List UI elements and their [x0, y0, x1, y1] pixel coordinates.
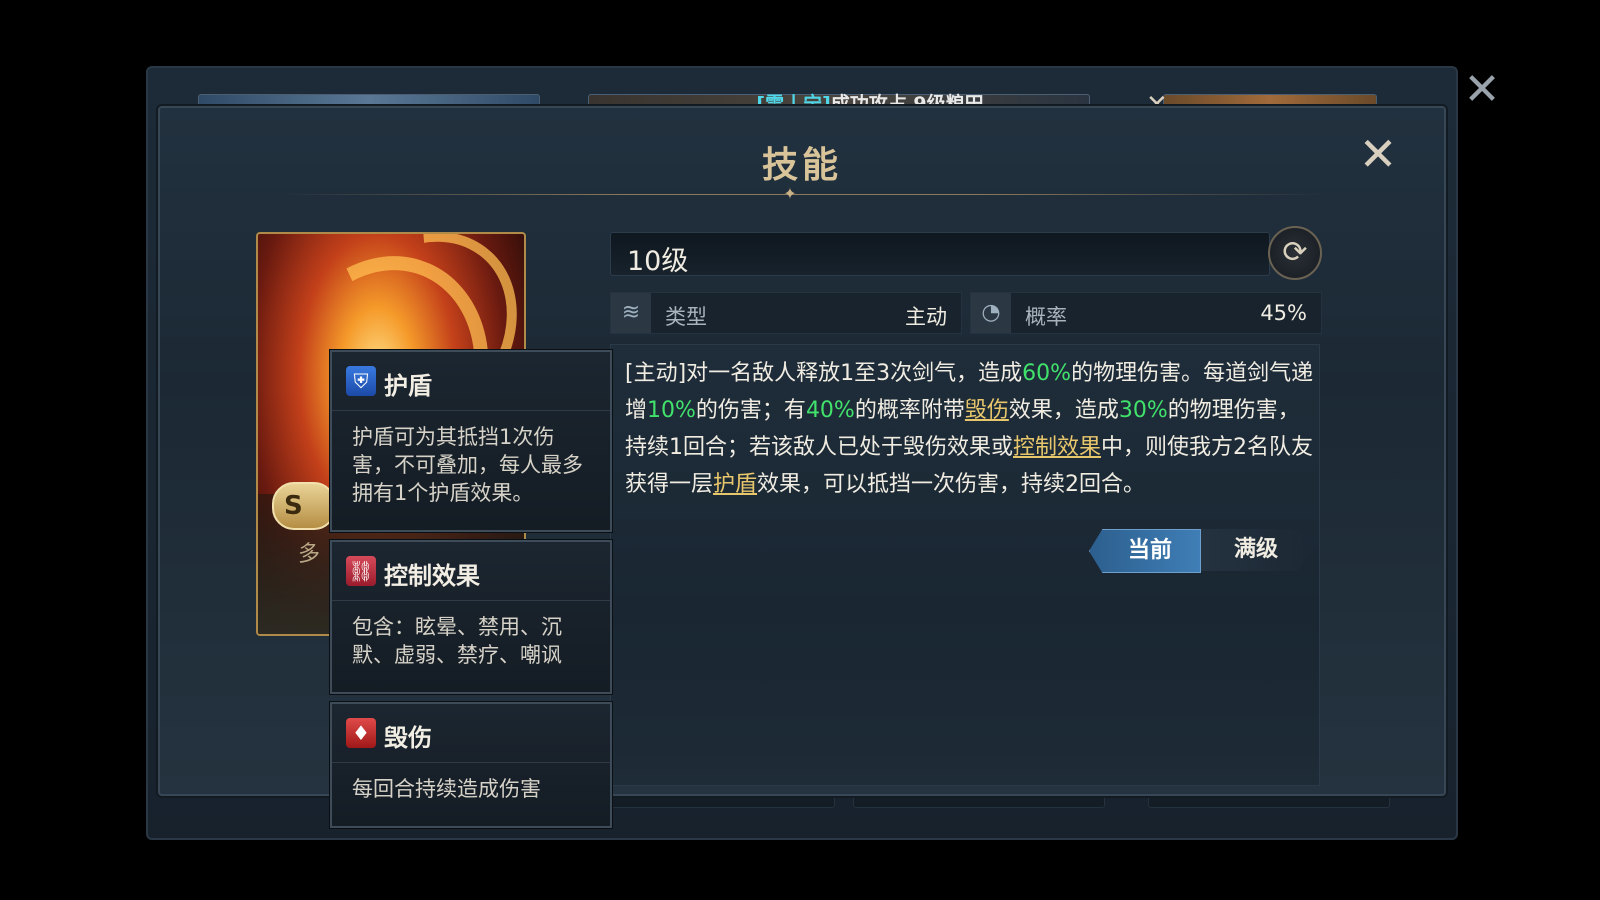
highlight-value: 10% [647, 398, 696, 423]
skill-type-stat: ≋ 类型 主动 [610, 292, 962, 334]
title-divider [280, 194, 1324, 195]
skill-level: 10级 [627, 246, 689, 277]
type-value: 主动 [905, 305, 947, 329]
probability-value: 45% [1260, 301, 1307, 325]
layers-icon: ≋ [611, 293, 651, 333]
tooltip-title: 护盾 [384, 372, 432, 400]
refresh-icon: ⟳ [1282, 235, 1308, 270]
description-text: 的伤害；有 [695, 398, 806, 423]
effect-link[interactable]: 控制效果 [1013, 435, 1101, 460]
skill-description: [主动]对一名敌人释放1至3次剑气，造成60%的物理伤害。每道剑气递增10%的伤… [625, 355, 1315, 503]
description-text: 效果，造成 [1008, 398, 1119, 423]
chain-icon: ⛓ [346, 556, 376, 586]
tooltip-header: ⛓ 控制效果 [332, 542, 610, 601]
description-text: [主动]对一名敌人释放1至3次剑气，造成 [625, 361, 1023, 386]
close-icon: ✕ [1358, 127, 1398, 181]
pie-chart-icon: ◔ [971, 293, 1011, 333]
skill-probability-stat: ◔ 概率 45% [970, 292, 1322, 334]
tooltip-shield: ⛨ 护盾 护盾可为其抵挡1次伤害，不可叠加，每人最多拥有1个护盾效果。 [330, 350, 612, 532]
description-text: 效果，可以抵挡一次伤害，持续2回合。 [757, 472, 1146, 497]
tooltip-title: 控制效果 [384, 562, 480, 590]
shield-icon: ⛨ [346, 366, 376, 396]
highlight-value: 30% [1118, 398, 1168, 423]
tab-current-level[interactable]: 当前 [1089, 529, 1201, 573]
tooltip-body: 包含：眩晕、禁用、沉默、虚弱、禁疗、嘲讽 [352, 615, 562, 667]
tooltip-damage: ♦ 毁伤 每回合持续造成伤害 [330, 702, 612, 828]
tooltip-header: ♦ 毁伤 [332, 704, 610, 763]
tooltip-title: 毁伤 [384, 724, 432, 752]
background-close-icon[interactable]: ✕ [1462, 68, 1502, 112]
card-caption: 多 [298, 542, 321, 567]
highlight-value: 40% [805, 398, 855, 423]
refresh-button[interactable]: ⟳ [1268, 226, 1322, 280]
tab-max-level[interactable]: 满级 [1201, 529, 1311, 571]
tooltip-body: 护盾可为其抵挡1次伤害，不可叠加，每人最多拥有1个护盾效果。 [352, 425, 583, 505]
tooltip-control-effect: ⛓ 控制效果 包含：眩晕、禁用、沉默、虚弱、禁疗、嘲讽 [330, 540, 612, 694]
grade-badge: S [272, 482, 336, 530]
description-text: 的概率附带 [854, 398, 965, 423]
tooltip-body: 每回合持续造成伤害 [352, 777, 541, 801]
level-bar: 10级 [610, 232, 1270, 277]
blood-drop-icon: ♦ [346, 718, 376, 748]
description-panel: [主动]对一名敌人释放1至3次剑气，造成60%的物理伤害。每道剑气递增10%的伤… [610, 344, 1320, 786]
diamond-ornament-icon: ✦ [783, 184, 797, 203]
effect-link[interactable]: 护盾 [713, 472, 757, 497]
highlight-value: 60% [1022, 361, 1072, 386]
probability-label: 概率 [1025, 305, 1067, 329]
dialog-title: 技能 [761, 145, 842, 186]
tooltip-header: ⛨ 护盾 [332, 352, 610, 411]
effect-link[interactable]: 毁伤 [965, 398, 1009, 423]
close-button[interactable]: ✕ [1356, 131, 1400, 177]
type-label: 类型 [665, 305, 707, 329]
